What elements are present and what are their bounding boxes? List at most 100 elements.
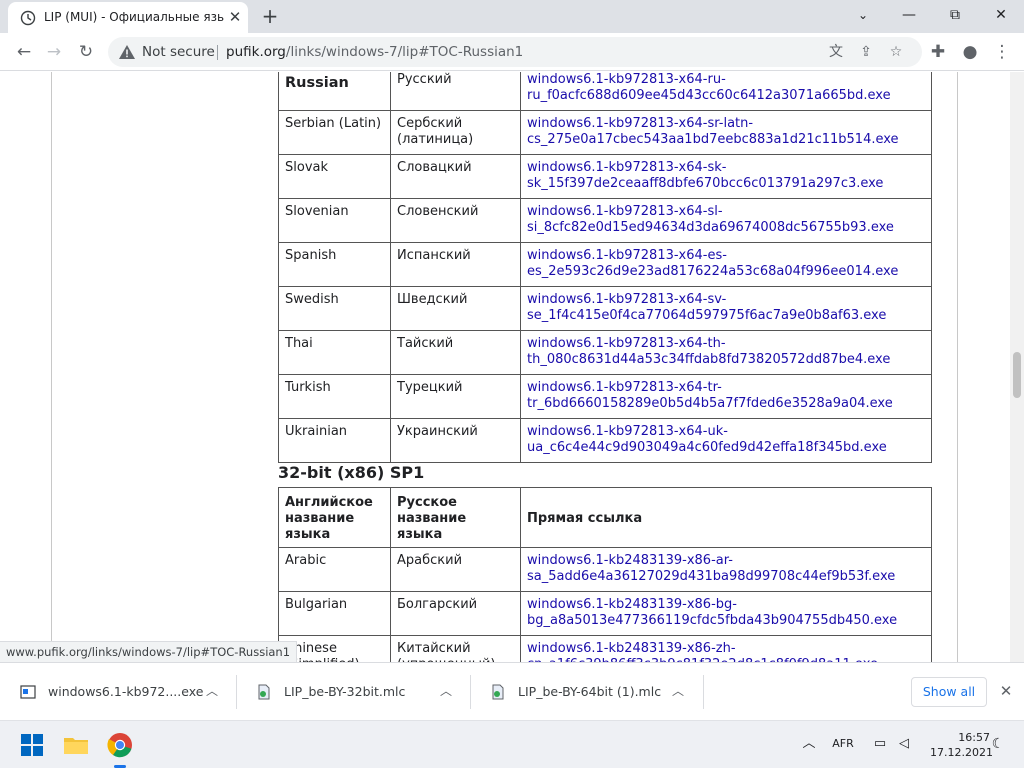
- download-link[interactable]: windows6.1-kb972813-x64-sr-latn-cs_275e0…: [527, 116, 899, 147]
- site-favicon-icon: [20, 10, 36, 26]
- extensions-puzzle-icon[interactable]: ✚: [926, 40, 950, 64]
- close-window-button[interactable]: ✕: [978, 0, 1024, 30]
- input-language-indicator[interactable]: AFR: [828, 733, 858, 755]
- url-text[interactable]: pufik.org/links/windows-7/lip#TOC-Russia…: [226, 44, 523, 60]
- network-icon[interactable]: ▭: [870, 733, 890, 755]
- download-link-cell: windows6.1-kb2483139-x86-bg-bg_a8a5013e4…: [520, 591, 932, 636]
- chevron-up-icon[interactable]: ︿: [670, 683, 686, 699]
- tab-title: LIP (MUI) - Официальные языко: [44, 10, 224, 24]
- russian-language-name: Арабский: [390, 547, 521, 592]
- download-link-cell: windows6.1-kb972813-x64-tr-tr_6bd6660158…: [520, 374, 932, 419]
- table-row: Thai Тайский windows6.1-kb972813-x64-th-th…: [278, 330, 932, 375]
- russian-language-name: Сербский (латиница): [390, 110, 521, 155]
- english-language-name: Serbian (Latin): [278, 110, 391, 155]
- section-heading: 32-bit (x86) SP1: [278, 463, 425, 482]
- download-link-cell: windows6.1-kb972813-x64-th-th_080c8631d4…: [520, 330, 932, 375]
- left-column-border: [51, 72, 52, 662]
- download-link[interactable]: windows6.1-kb972813-x64-uk-ua_c6c4e44c9d…: [527, 424, 887, 455]
- download-link[interactable]: windows6.1-kb972813-x64-tr-tr_6bd6660158…: [527, 380, 893, 411]
- download-link-cell: windows6.1-kb972813-x64-ru-ru_f0acfc688d…: [520, 72, 932, 111]
- russian-language-name: Китайский (упрощенный): [390, 635, 521, 662]
- show-all-downloads-button[interactable]: Show all: [911, 677, 987, 707]
- table-row: Russian Русский windows6.1-kb972813-x64-ru…: [278, 72, 932, 111]
- download-item[interactable]: LIP_be-BY-64bit (1).mlc ︿: [470, 663, 704, 721]
- mlc-file-icon: [492, 684, 504, 700]
- windows-taskbar: ︿ AFR ▭ ◁ 16:57 17.12.2021 ☾: [0, 720, 1024, 768]
- download-link[interactable]: windows6.1-kb2483139-x86-bg-bg_a8a5013e4…: [527, 597, 897, 628]
- notification-moon-icon[interactable]: ☾: [988, 733, 1008, 755]
- download-link-cell: windows6.1-kb972813-x64-sl-si_8cfc82e0d1…: [520, 198, 932, 243]
- reload-icon[interactable]: ↻: [74, 40, 98, 64]
- download-link-cell: windows6.1-kb972813-x64-sv-se_1f4c415e0f…: [520, 286, 932, 331]
- chrome-icon[interactable]: [104, 729, 136, 761]
- download-item[interactable]: windows6.1-kb972....exe ︿: [0, 663, 236, 721]
- chevron-up-icon[interactable]: ︿: [204, 683, 220, 699]
- address-separator: [217, 45, 218, 60]
- forward-arrow-icon[interactable]: →: [42, 40, 66, 64]
- right-column-border: [957, 72, 958, 662]
- download-separator: [703, 675, 704, 709]
- menu-kebab-icon[interactable]: ⋮: [990, 40, 1014, 64]
- system-clock[interactable]: 16:57 17.12.2021: [930, 730, 993, 760]
- download-link[interactable]: windows6.1-kb972813-x64-sk-sk_15f397de2c…: [527, 160, 883, 191]
- download-link[interactable]: windows6.1-kb972813-x64-es-es_2e593c26d9…: [527, 248, 898, 279]
- english-language-name: Thai: [278, 330, 391, 375]
- scrollbar-thumb[interactable]: [1013, 352, 1021, 398]
- lip-table-32bit: Английское название языка Русское назван…: [278, 487, 932, 662]
- clock-date: 17.12.2021: [930, 746, 993, 759]
- table-row: Arabic Арабский windows6.1-kb2483139-x86-a…: [278, 547, 932, 592]
- english-language-name: Slovak: [278, 154, 391, 199]
- download-link[interactable]: windows6.1-kb972813-x64-th-th_080c8631d4…: [527, 336, 890, 367]
- download-link[interactable]: windows6.1-kb972813-x64-sl-si_8cfc82e0d1…: [527, 204, 894, 235]
- table-row: Bulgarian Болгарский windows6.1-kb2483139-…: [278, 591, 932, 636]
- download-item[interactable]: LIP_be-BY-32bit.mlc ︿: [236, 663, 470, 721]
- warning-triangle-icon[interactable]: [118, 43, 136, 61]
- file-explorer-icon[interactable]: [60, 729, 92, 761]
- minimize-button[interactable]: —: [886, 0, 932, 30]
- download-link-cell: windows6.1-kb2483139-x86-zh-cn_a1f6c39b8…: [520, 635, 932, 662]
- download-link-cell: windows6.1-kb972813-x64-uk-ua_c6c4e44c9d…: [520, 418, 932, 463]
- english-language-name: Swedish: [278, 286, 391, 331]
- english-language-name: Ukrainian: [278, 418, 391, 463]
- translate-icon[interactable]: 文: [826, 42, 846, 62]
- download-filename: windows6.1-kb972....exe: [48, 684, 204, 699]
- back-arrow-icon[interactable]: ←: [12, 40, 36, 64]
- header-english-name: Английское название языка: [278, 487, 391, 548]
- profile-avatar-icon[interactable]: ●: [958, 40, 982, 64]
- table-row: Slovak Словацкий windows6.1-kb972813-x64-s…: [278, 154, 932, 199]
- russian-language-name: Шведский: [390, 286, 521, 331]
- url-path: /links/windows-7/lip#TOC-Russian1: [285, 44, 524, 60]
- english-language-name: Bulgarian: [278, 591, 391, 636]
- english-language-name: Turkish: [278, 374, 391, 419]
- table-row: Ukrainian Украинский windows6.1-kb972813-x…: [278, 418, 932, 463]
- download-shelf: windows6.1-kb972....exe ︿ LIP_be-BY-32bi…: [0, 662, 1024, 720]
- header-russian-name: Русское название языка: [390, 487, 521, 548]
- russian-language-name: Украинский: [390, 418, 521, 463]
- close-shelf-icon[interactable]: ✕: [997, 682, 1015, 700]
- clock-time: 16:57: [958, 731, 990, 744]
- download-link[interactable]: windows6.1-kb972813-x64-sv-se_1f4c415e0f…: [527, 292, 886, 323]
- russian-language-name: Турецкий: [390, 374, 521, 419]
- download-link[interactable]: windows6.1-kb2483139-x86-ar-sa_5add6e4a3…: [527, 553, 895, 584]
- volume-icon[interactable]: ◁: [894, 733, 914, 755]
- english-language-name: Russian: [278, 72, 391, 111]
- download-link[interactable]: windows6.1-kb2483139-x86-zh-cn_a1f6c39b8…: [527, 641, 878, 662]
- chevron-up-icon[interactable]: ︿: [798, 733, 820, 755]
- new-tab-button[interactable]: +: [258, 4, 282, 28]
- share-icon[interactable]: ⇪: [856, 42, 876, 62]
- download-filename: LIP_be-BY-32bit.mlc: [284, 684, 406, 699]
- tab-close-icon[interactable]: ✕: [226, 8, 244, 26]
- restore-button[interactable]: ⧉: [932, 0, 978, 30]
- bookmark-star-icon[interactable]: ☆: [886, 42, 906, 62]
- tab-search-icon[interactable]: ⌄: [840, 0, 886, 30]
- download-link[interactable]: windows6.1-kb972813-x64-ru-ru_f0acfc688d…: [527, 72, 891, 103]
- address-bar[interactable]: Not secure pufik.org/links/windows-7/lip…: [108, 37, 922, 67]
- chevron-up-icon[interactable]: ︿: [438, 683, 454, 699]
- windows-start-icon[interactable]: [16, 729, 48, 761]
- browser-tab[interactable]: LIP (MUI) - Официальные языко ✕: [8, 2, 248, 33]
- english-language-name: Slovenian: [278, 198, 391, 243]
- russian-language-name: Испанский: [390, 242, 521, 287]
- page-scrollbar[interactable]: [1010, 72, 1024, 662]
- security-status-label[interactable]: Not secure: [142, 44, 215, 60]
- russian-language-name: Русский: [390, 72, 521, 111]
